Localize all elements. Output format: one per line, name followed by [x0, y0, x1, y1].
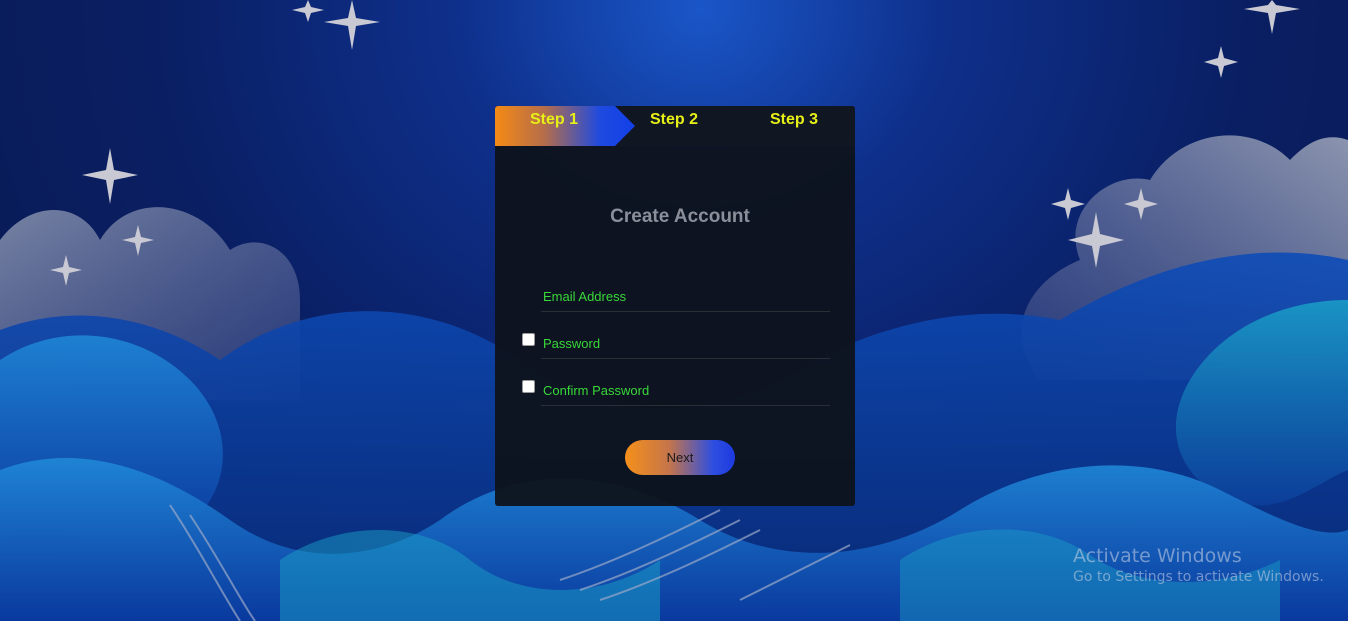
- step-1-label[interactable]: Step 1: [530, 111, 578, 129]
- watermark-subtitle: Go to Settings to activate Windows.: [1073, 569, 1324, 585]
- step-2-label[interactable]: Step 2: [650, 111, 698, 129]
- signup-wizard-card: Step 1 Step 2 Step 3 Create Account Next: [495, 106, 855, 506]
- watermark-title: Activate Windows: [1073, 545, 1242, 567]
- next-button[interactable]: Next: [625, 440, 735, 475]
- email-field: [541, 277, 830, 312]
- form-title: Create Account: [610, 206, 750, 227]
- password-checkbox[interactable]: [522, 333, 535, 346]
- activate-windows-watermark: Activate Windows Go to Settings to activ…: [1073, 545, 1324, 585]
- email-input[interactable]: [541, 285, 830, 307]
- confirm-password-input[interactable]: [541, 379, 830, 401]
- password-field: [541, 324, 830, 359]
- step-3-label[interactable]: Step 3: [770, 111, 818, 129]
- step-indicator: Step 1 Step 2 Step 3: [495, 106, 855, 146]
- confirm-password-checkbox[interactable]: [522, 380, 535, 393]
- confirm-password-field: [541, 371, 830, 406]
- password-input[interactable]: [541, 332, 830, 354]
